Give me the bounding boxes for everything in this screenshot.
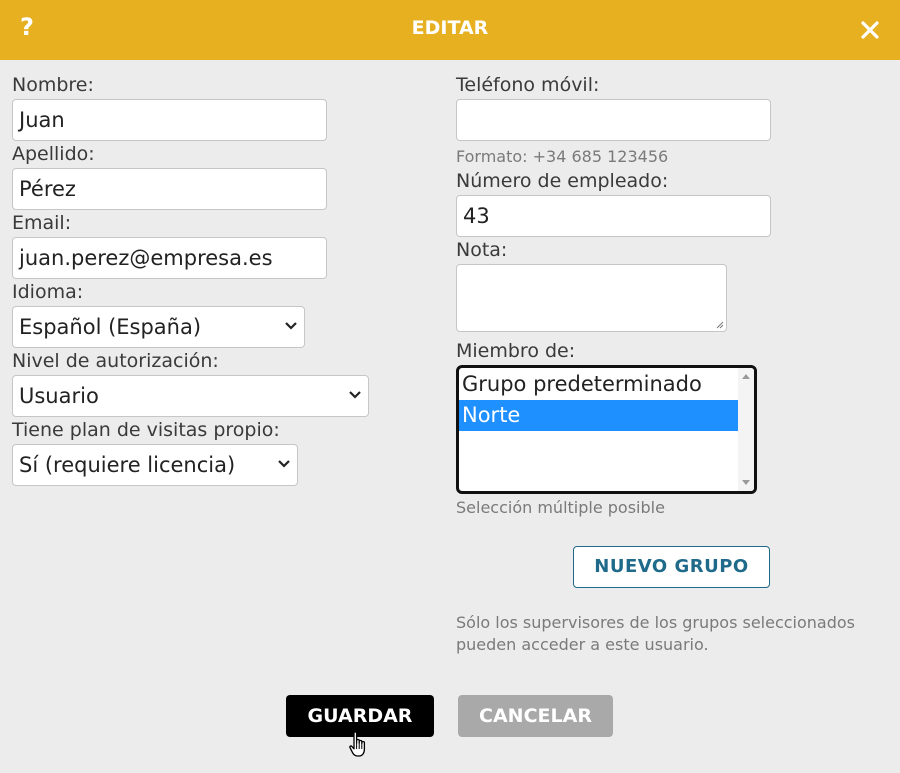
miembro-listbox[interactable]: Grupo predeterminado Norte xyxy=(456,365,757,494)
telefono-label: Teléfono móvil: xyxy=(456,74,600,96)
idioma-label: Idioma: xyxy=(12,281,84,303)
list-option-grupo-predeterminado[interactable]: Grupo predeterminado xyxy=(459,369,740,400)
empleado-label: Número de empleado: xyxy=(456,170,669,192)
idioma-select[interactable]: Español (España) xyxy=(12,306,305,348)
scroll-down-icon[interactable] xyxy=(742,480,750,485)
chevron-down-icon xyxy=(349,391,361,399)
dialog-header: ? EDITAR xyxy=(0,0,900,60)
list-option-norte[interactable]: Norte xyxy=(459,400,740,431)
new-group-button[interactable]: NUEVO GRUPO xyxy=(573,546,770,588)
supervisor-note: Sólo los supervisores de los grupos sele… xyxy=(456,613,856,654)
hand-cursor-icon xyxy=(349,731,366,757)
dialog-title: EDITAR xyxy=(411,17,489,39)
empleado-input[interactable]: 43 xyxy=(456,195,771,237)
nombre-input[interactable]: Juan xyxy=(12,99,327,141)
resize-grip-icon[interactable] xyxy=(716,321,724,329)
apellido-label: Apellido: xyxy=(12,143,95,165)
nota-textarea[interactable] xyxy=(456,264,727,332)
listbox-scrollbar[interactable] xyxy=(738,368,754,491)
plan-value: Sí (requiere licencia) xyxy=(19,453,236,477)
cancel-button[interactable]: CANCELAR xyxy=(458,695,613,737)
email-input[interactable]: juan.perez@empresa.es xyxy=(12,237,327,279)
close-icon[interactable] xyxy=(858,18,882,42)
telefono-format-hint: Formato: +34 685 123456 xyxy=(456,147,669,166)
nivel-label: Nivel de autorización: xyxy=(12,350,219,372)
nota-label: Nota: xyxy=(456,239,508,261)
plan-label: Tiene plan de visitas propio: xyxy=(12,419,280,441)
miembro-label: Miembro de: xyxy=(456,340,576,362)
chevron-down-icon xyxy=(285,322,297,330)
miembro-hint: Selección múltiple posible xyxy=(456,498,665,517)
nivel-value: Usuario xyxy=(19,384,99,408)
plan-select[interactable]: Sí (requiere licencia) xyxy=(12,444,298,486)
chevron-down-icon xyxy=(278,460,290,468)
nombre-label: Nombre: xyxy=(12,74,94,96)
apellido-input[interactable]: Pérez xyxy=(12,168,327,210)
telefono-input[interactable] xyxy=(456,99,771,141)
idioma-value: Español (España) xyxy=(19,315,202,339)
scroll-up-icon[interactable] xyxy=(742,374,750,379)
nivel-select[interactable]: Usuario xyxy=(12,375,369,417)
email-label: Email: xyxy=(12,212,72,234)
